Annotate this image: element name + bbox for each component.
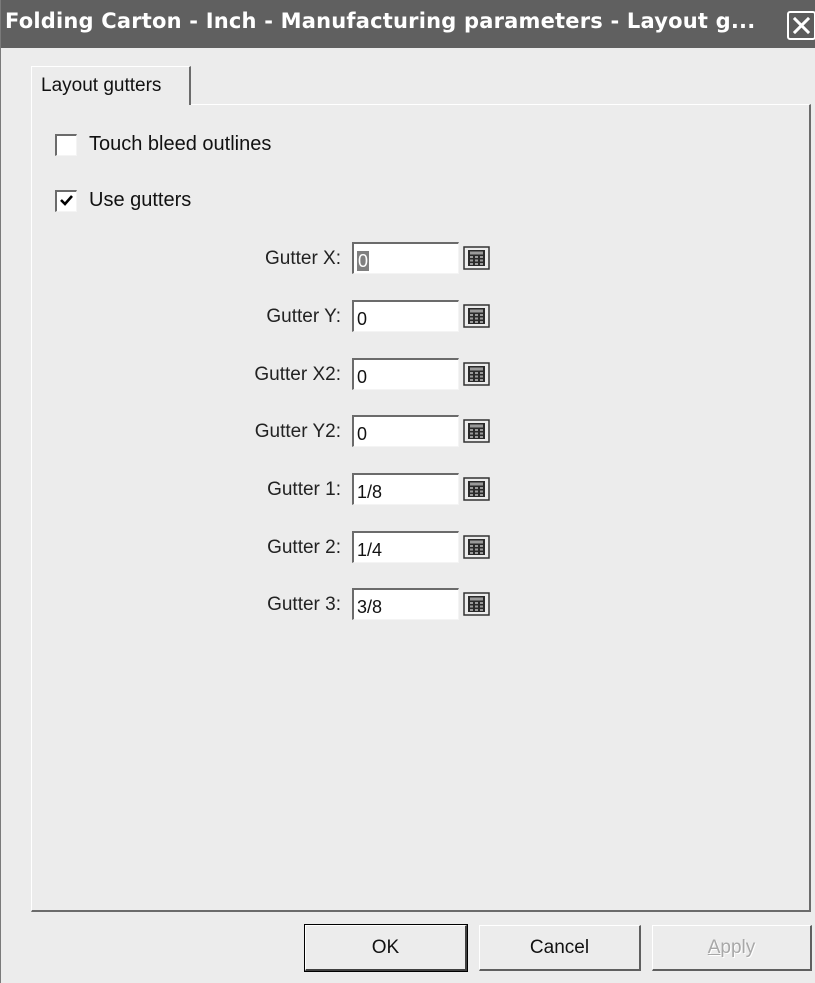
calculator-button[interactable] xyxy=(463,477,490,501)
gutter-x2-input[interactable]: 0 xyxy=(352,358,459,390)
gutter-2-input[interactable]: 1/4 xyxy=(352,531,459,563)
tab-layout-gutters[interactable]: Layout gutters xyxy=(31,66,191,107)
calculator-button[interactable] xyxy=(463,362,490,386)
gutter-1-label: Gutter 1: xyxy=(267,479,341,500)
gutter-2-row: Gutter 2: 1/4 xyxy=(32,531,812,565)
touch-bleed-row[interactable]: Touch bleed outlines xyxy=(55,133,271,156)
gutter-3-label: Gutter 3: xyxy=(267,594,341,615)
ok-button[interactable]: OK xyxy=(304,924,468,972)
apply-button[interactable]: Apply xyxy=(652,925,812,971)
gutter-x-row: Gutter X: 0 xyxy=(32,242,812,276)
gutter-1-input[interactable]: 1/8 xyxy=(352,473,459,505)
dialog-window: Folding Carton - Inch - Manufacturing pa… xyxy=(0,0,815,983)
checkmark-icon xyxy=(60,194,73,206)
calculator-button[interactable] xyxy=(463,592,490,616)
gutter-y2-row: Gutter Y2: 0 xyxy=(32,415,812,449)
calculator-icon xyxy=(463,246,490,270)
close-button[interactable] xyxy=(787,11,815,40)
calculator-icon xyxy=(463,419,490,443)
calculator-icon xyxy=(463,535,490,559)
gutter-x2-row: Gutter X2: 0 xyxy=(32,358,812,392)
gutter-y-row: Gutter Y: 0 xyxy=(32,300,812,334)
gutter-y-label: Gutter Y: xyxy=(266,306,341,327)
gutter-y2-label: Gutter Y2: xyxy=(254,421,341,442)
gutter-x2-label: Gutter X2: xyxy=(254,364,341,385)
calculator-button[interactable] xyxy=(463,419,490,443)
calculator-icon xyxy=(463,304,490,328)
touch-bleed-label: Touch bleed outlines xyxy=(89,133,272,155)
apply-label: Apply xyxy=(707,937,756,958)
calculator-button[interactable] xyxy=(463,304,490,328)
tab-label: Layout gutters xyxy=(41,75,162,96)
calculator-button[interactable] xyxy=(463,246,490,270)
gutter-x-value: 0 xyxy=(357,251,370,271)
calculator-icon xyxy=(463,477,490,501)
use-gutters-label: Use gutters xyxy=(89,189,192,211)
gutter-y-input[interactable]: 0 xyxy=(352,300,459,332)
gutter-3-input[interactable]: 3/8 xyxy=(352,588,459,620)
calculator-icon xyxy=(463,362,490,386)
calculator-icon xyxy=(463,592,490,616)
tab-panel: Touch bleed outlines Use gutters Gutter … xyxy=(31,104,811,912)
touch-bleed-checkbox[interactable] xyxy=(55,133,77,156)
close-icon xyxy=(793,17,810,34)
title-bar[interactable]: Folding Carton - Inch - Manufacturing pa… xyxy=(1,0,815,48)
gutter-2-label: Gutter 2: xyxy=(267,537,341,558)
calculator-button[interactable] xyxy=(463,535,490,559)
cancel-button[interactable]: Cancel xyxy=(479,925,641,971)
gutter-x-input[interactable]: 0 xyxy=(352,242,459,274)
use-gutters-row[interactable]: Use gutters xyxy=(55,189,191,212)
gutter-3-row: Gutter 3: 3/8 xyxy=(32,588,812,622)
use-gutters-checkbox[interactable] xyxy=(55,189,77,212)
window-title: Folding Carton - Inch - Manufacturing pa… xyxy=(5,9,756,33)
gutter-1-row: Gutter 1: 1/8 xyxy=(32,473,812,507)
gutter-y2-input[interactable]: 0 xyxy=(352,415,459,447)
gutter-x-label: Gutter X: xyxy=(264,248,341,269)
